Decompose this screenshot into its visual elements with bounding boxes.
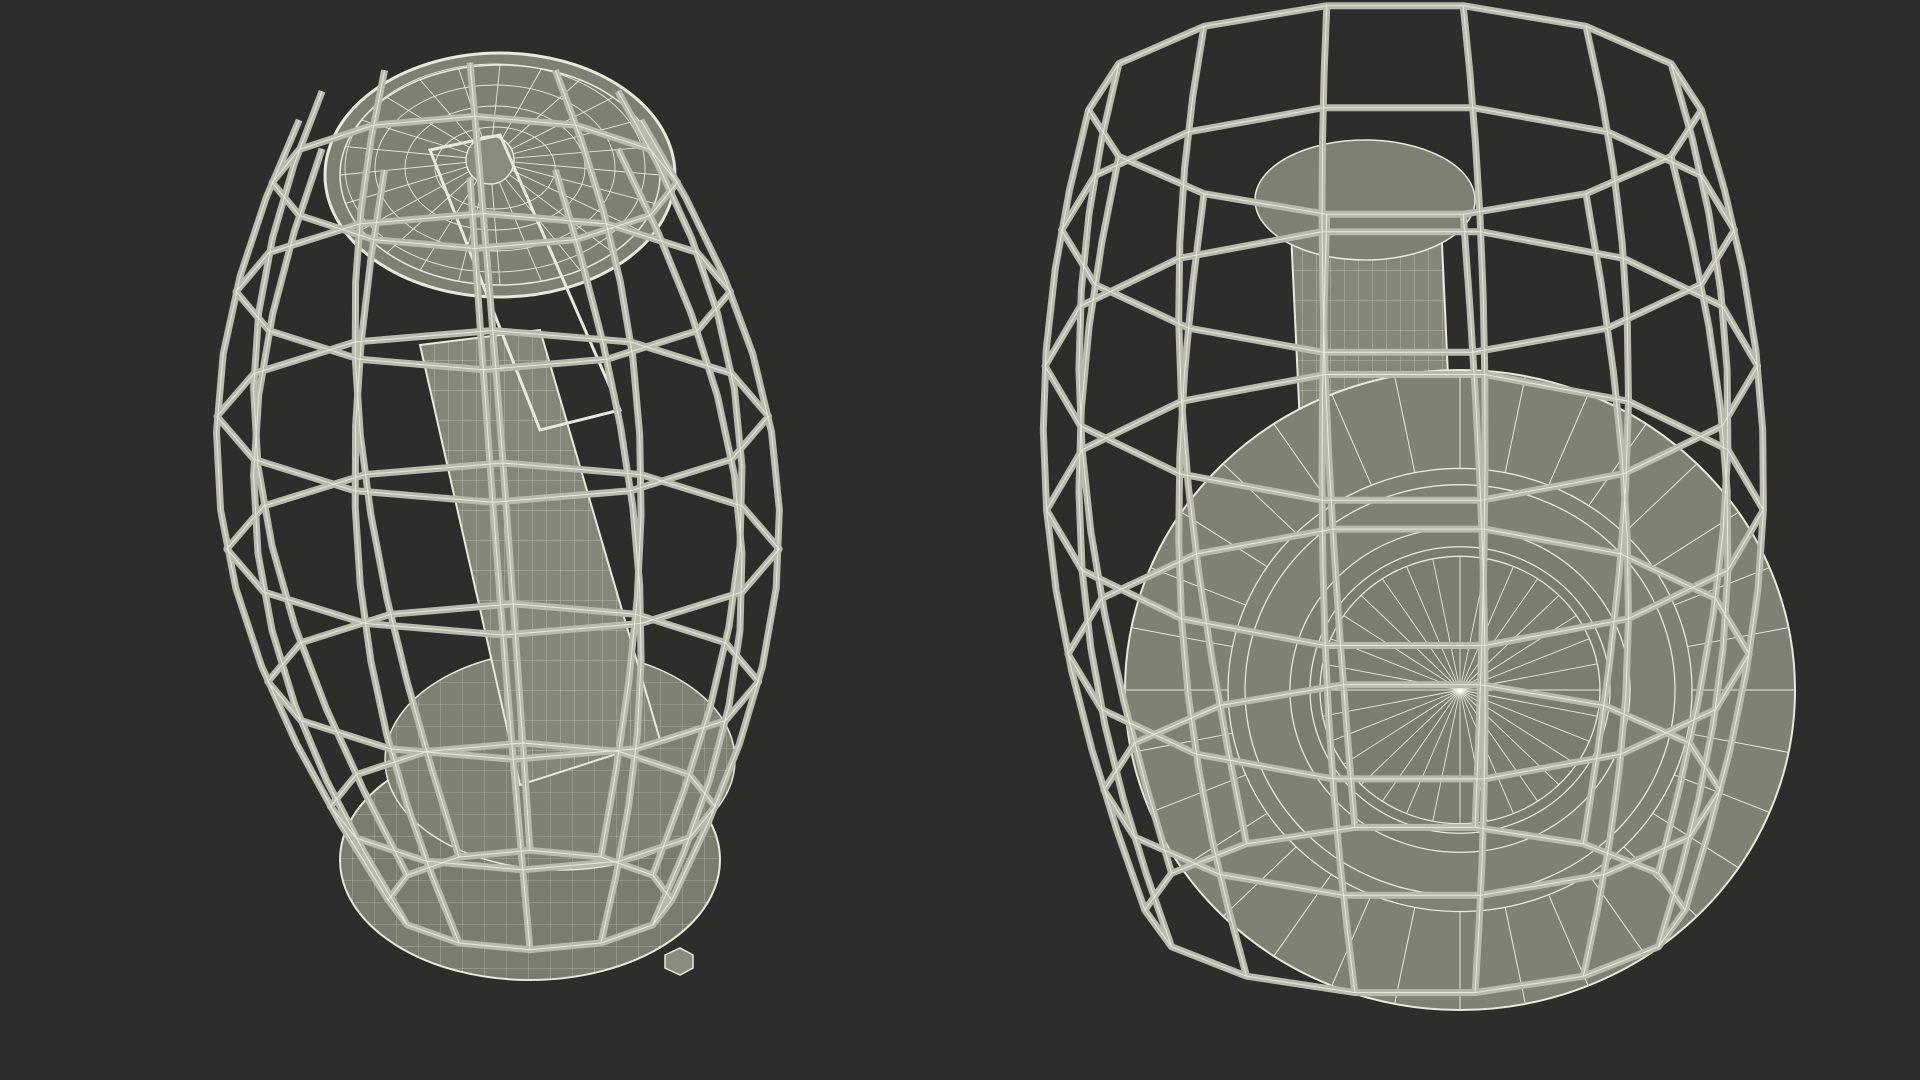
wireframe-render (213, 2, 1796, 1011)
caged-lamp-bottom-view (1039, 2, 1796, 1011)
caged-lamp-side-view (213, 51, 783, 981)
render-viewport (0, 0, 1920, 1080)
